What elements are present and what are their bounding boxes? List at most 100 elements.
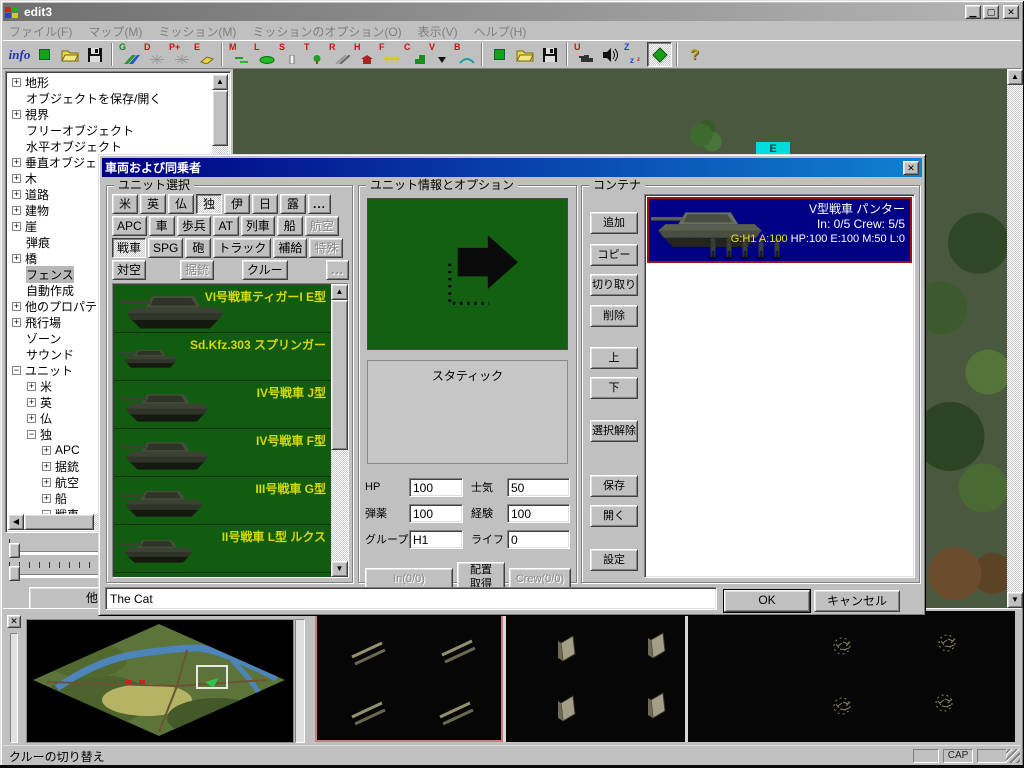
panel-right-slider[interactable] (295, 619, 305, 743)
tree-item[interactable]: 水平オブジェクト (8, 138, 212, 154)
menu-item[interactable]: ファイル(F) (9, 23, 72, 40)
tree-toggle-icon[interactable]: + (12, 302, 21, 311)
tree-item[interactable]: +地形 (8, 74, 212, 90)
lake-icon[interactable]: L (252, 42, 277, 67)
container-action-button[interactable]: 切り取り (590, 274, 638, 296)
tree-toggle-icon[interactable]: + (12, 206, 21, 215)
minimize-button[interactable]: ▁ (965, 5, 981, 19)
unit-list-item[interactable]: VI号戦車ティガーI E型 (114, 285, 331, 333)
tree-toggle-icon[interactable]: + (42, 462, 51, 471)
unit-filter-button[interactable]: 戦車 (112, 238, 146, 258)
new-mission-icon[interactable] (487, 42, 512, 67)
tree-toggle-icon[interactable]: + (27, 382, 36, 391)
unit-filter-button[interactable]: 船 (277, 216, 303, 236)
unit-filter-button[interactable]: ... (308, 194, 331, 214)
scroll-up-icon[interactable]: ▲ (1007, 69, 1023, 85)
unit-filter-button[interactable]: 仏 (168, 194, 194, 214)
fence-panel-2[interactable] (506, 611, 685, 742)
info-icon[interactable]: info (7, 42, 32, 67)
menu-item[interactable]: マップ(M) (88, 23, 142, 40)
tree-item[interactable]: フリーオブジェクト (8, 122, 212, 138)
ok-button[interactable]: OK (724, 590, 810, 612)
unit-filter-button[interactable]: 列車 (241, 216, 275, 236)
unit-filter-button[interactable]: 砲 (185, 238, 211, 258)
unit-filter-button[interactable]: 日 (252, 194, 278, 214)
tree-toggle-icon[interactable]: − (12, 366, 21, 375)
tree-icon[interactable]: T (302, 42, 327, 67)
eraser-icon[interactable]: E (192, 42, 217, 67)
house-icon[interactable]: H (352, 42, 377, 67)
unit-icon[interactable]: U (572, 42, 597, 67)
resize-grip[interactable] (1006, 749, 1020, 763)
unit-filter-button[interactable]: 対空 (112, 260, 146, 280)
container-item[interactable]: V型戦車 パンター In: 0/5 Crew: 5/5 G:H1 A:100 H… (647, 197, 912, 263)
fence-panel-3[interactable] (688, 611, 1015, 742)
unit-filter-button[interactable]: トラック (213, 238, 271, 258)
container-action-button[interactable]: 上 (590, 347, 638, 369)
cancel-button[interactable]: キャンセル (814, 590, 900, 612)
road-icon[interactable]: R (327, 42, 352, 67)
tree-item[interactable]: オブジェクトを保存/開く (8, 90, 212, 106)
minimap[interactable] (26, 619, 294, 743)
tree-toggle-icon[interactable]: + (12, 78, 21, 87)
scroll-up-icon[interactable]: ▲ (331, 284, 348, 300)
maximize-button[interactable]: ▢ (983, 5, 999, 19)
container-action-button[interactable]: 下 (590, 377, 638, 399)
field-input[interactable]: 0 (507, 530, 570, 549)
name-input[interactable] (105, 587, 717, 610)
save-map-icon[interactable] (82, 42, 107, 67)
unit-list-item[interactable]: IV号戦車 J型 (114, 381, 331, 429)
bridge-icon[interactable]: B (452, 42, 477, 67)
scroll-down-icon[interactable]: ▼ (331, 561, 348, 577)
tree-item[interactable]: +視界 (8, 106, 212, 122)
unit-list-item[interactable]: II号戦車 L型 ルクス (114, 525, 331, 573)
menu-item[interactable]: ミッションのオプション(O) (252, 23, 401, 40)
field-input[interactable]: 100 (507, 504, 570, 523)
field-input[interactable]: 50 (507, 478, 570, 497)
tree-toggle-icon[interactable]: + (12, 190, 21, 199)
tree-toggle-icon[interactable]: + (27, 414, 36, 423)
container-action-button[interactable]: 設定 (590, 549, 638, 571)
menu-item[interactable]: ミッション(M) (158, 23, 236, 40)
marsh-icon[interactable]: M (227, 42, 252, 67)
unit-filter-button[interactable]: 独 (196, 194, 222, 214)
unit-filter-button[interactable]: 歩兵 (177, 216, 211, 236)
unit-filter-button[interactable]: 露 (280, 194, 306, 214)
tree-toggle-icon[interactable]: − (27, 430, 36, 439)
unit-filter-button[interactable]: クルー (242, 260, 288, 280)
tree-toggle-icon[interactable]: + (12, 222, 21, 231)
panel-close-icon[interactable]: ✕ (7, 615, 21, 628)
tree-toggle-icon[interactable]: + (12, 158, 21, 167)
cliff-icon[interactable]: C (402, 42, 427, 67)
container-action-button[interactable]: 保存 (590, 475, 638, 497)
help-icon[interactable]: ? (682, 42, 707, 67)
place-add-icon[interactable]: P+ (167, 42, 192, 67)
unit-list-item[interactable]: III号戦車 G型 (114, 477, 331, 525)
sound-icon[interactable] (597, 42, 622, 67)
unit-filter-button[interactable]: 車 (149, 216, 175, 236)
map-vertical-scrollbar[interactable]: ▲ ▼ (1007, 69, 1023, 608)
tree-toggle-icon[interactable]: + (27, 398, 36, 407)
new-map-icon[interactable] (32, 42, 57, 67)
container-action-button[interactable]: 選択解除 (590, 420, 638, 442)
container-action-button[interactable]: 追加 (590, 212, 638, 234)
open-mission-icon[interactable] (512, 42, 537, 67)
tree-toggle-icon[interactable]: + (12, 110, 21, 119)
unit-filter-button[interactable]: 米 (112, 194, 138, 214)
tree-toggle-icon[interactable]: + (42, 478, 51, 487)
menu-item[interactable]: ヘルプ(H) (474, 23, 527, 40)
unit-filter-button[interactable]: APC (112, 216, 147, 236)
open-map-icon[interactable] (57, 42, 82, 67)
menu-item[interactable]: 表示(V) (418, 23, 458, 40)
scroll-up-icon[interactable]: ▲ (212, 74, 228, 90)
unit-filter-button[interactable]: AT (213, 216, 239, 236)
vertical-icon[interactable]: V (427, 42, 452, 67)
unit-filter-button[interactable]: 英 (140, 194, 166, 214)
tree-toggle-icon[interactable]: + (12, 174, 21, 183)
tree-toggle-icon[interactable]: + (42, 494, 51, 503)
container-action-button[interactable]: 開く (590, 505, 638, 527)
unit-list-scrollbar[interactable]: ▲ ▼ (331, 284, 348, 577)
container-action-button[interactable]: コピー (590, 244, 638, 266)
unit-list-item[interactable]: IV号戦車 F型 (114, 429, 331, 477)
field-input[interactable]: H1 (409, 530, 463, 549)
